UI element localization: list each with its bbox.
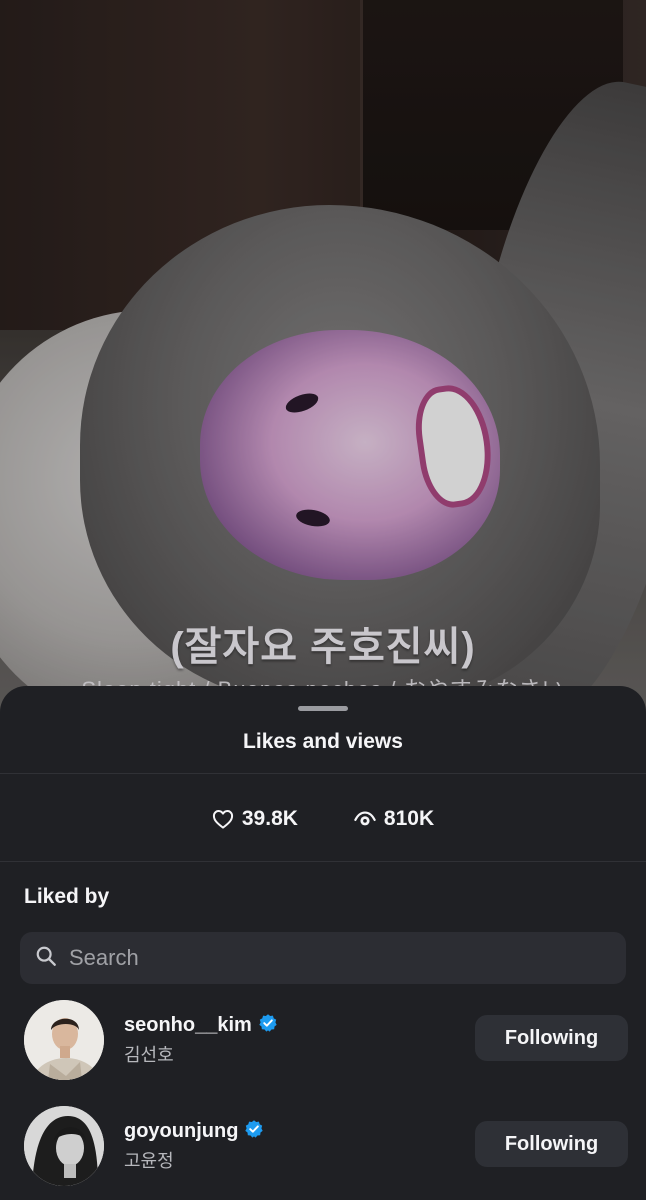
username-row: seonho__kim [124, 1013, 278, 1038]
heart-icon [212, 809, 234, 829]
divider [0, 773, 646, 774]
views-count-stat: 810K [354, 807, 434, 831]
likes-count: 39.8K [241, 807, 298, 830]
likes-count-stat: 39.8K [212, 807, 298, 831]
username[interactable]: goyounjung [124, 1120, 238, 1143]
following-button[interactable]: Following [475, 1015, 628, 1061]
avatar[interactable] [24, 1106, 104, 1186]
full-name: 고윤정 [124, 1151, 174, 1171]
stats-row: 39.8K 810K [0, 802, 646, 836]
username-row: goyounjung [124, 1119, 264, 1144]
video-dim-overlay [0, 0, 646, 720]
verified-badge-icon [258, 1013, 278, 1038]
list-item[interactable]: goyounjung 고윤정 Following [0, 1101, 646, 1191]
search-input[interactable] [67, 944, 591, 972]
likes-views-sheet: Likes and views 39.8K 810K Liked by Sear… [0, 686, 646, 1200]
sheet-grabber-handle[interactable] [298, 706, 348, 711]
divider [0, 861, 646, 862]
video-caption-main: (잘자요 주호진씨) [170, 625, 476, 669]
full-name: 김선호 [124, 1045, 174, 1065]
eye-icon [354, 810, 376, 828]
video-background[interactable]: (잘자요 주호진씨) Sleep tight / Buenas noches /… [0, 0, 646, 720]
liked-by-heading: Liked by [24, 885, 110, 908]
search-bar[interactable] [20, 932, 626, 984]
following-button[interactable]: Following [475, 1121, 628, 1167]
avatar[interactable] [24, 1000, 104, 1080]
views-count: 810K [383, 807, 435, 830]
sheet-title: Likes and views [243, 730, 403, 753]
list-item[interactable]: seonho__kim 김선호 Following [0, 995, 646, 1085]
search-icon [20, 945, 57, 972]
verified-badge-icon [244, 1119, 264, 1144]
username[interactable]: seonho__kim [124, 1014, 252, 1037]
